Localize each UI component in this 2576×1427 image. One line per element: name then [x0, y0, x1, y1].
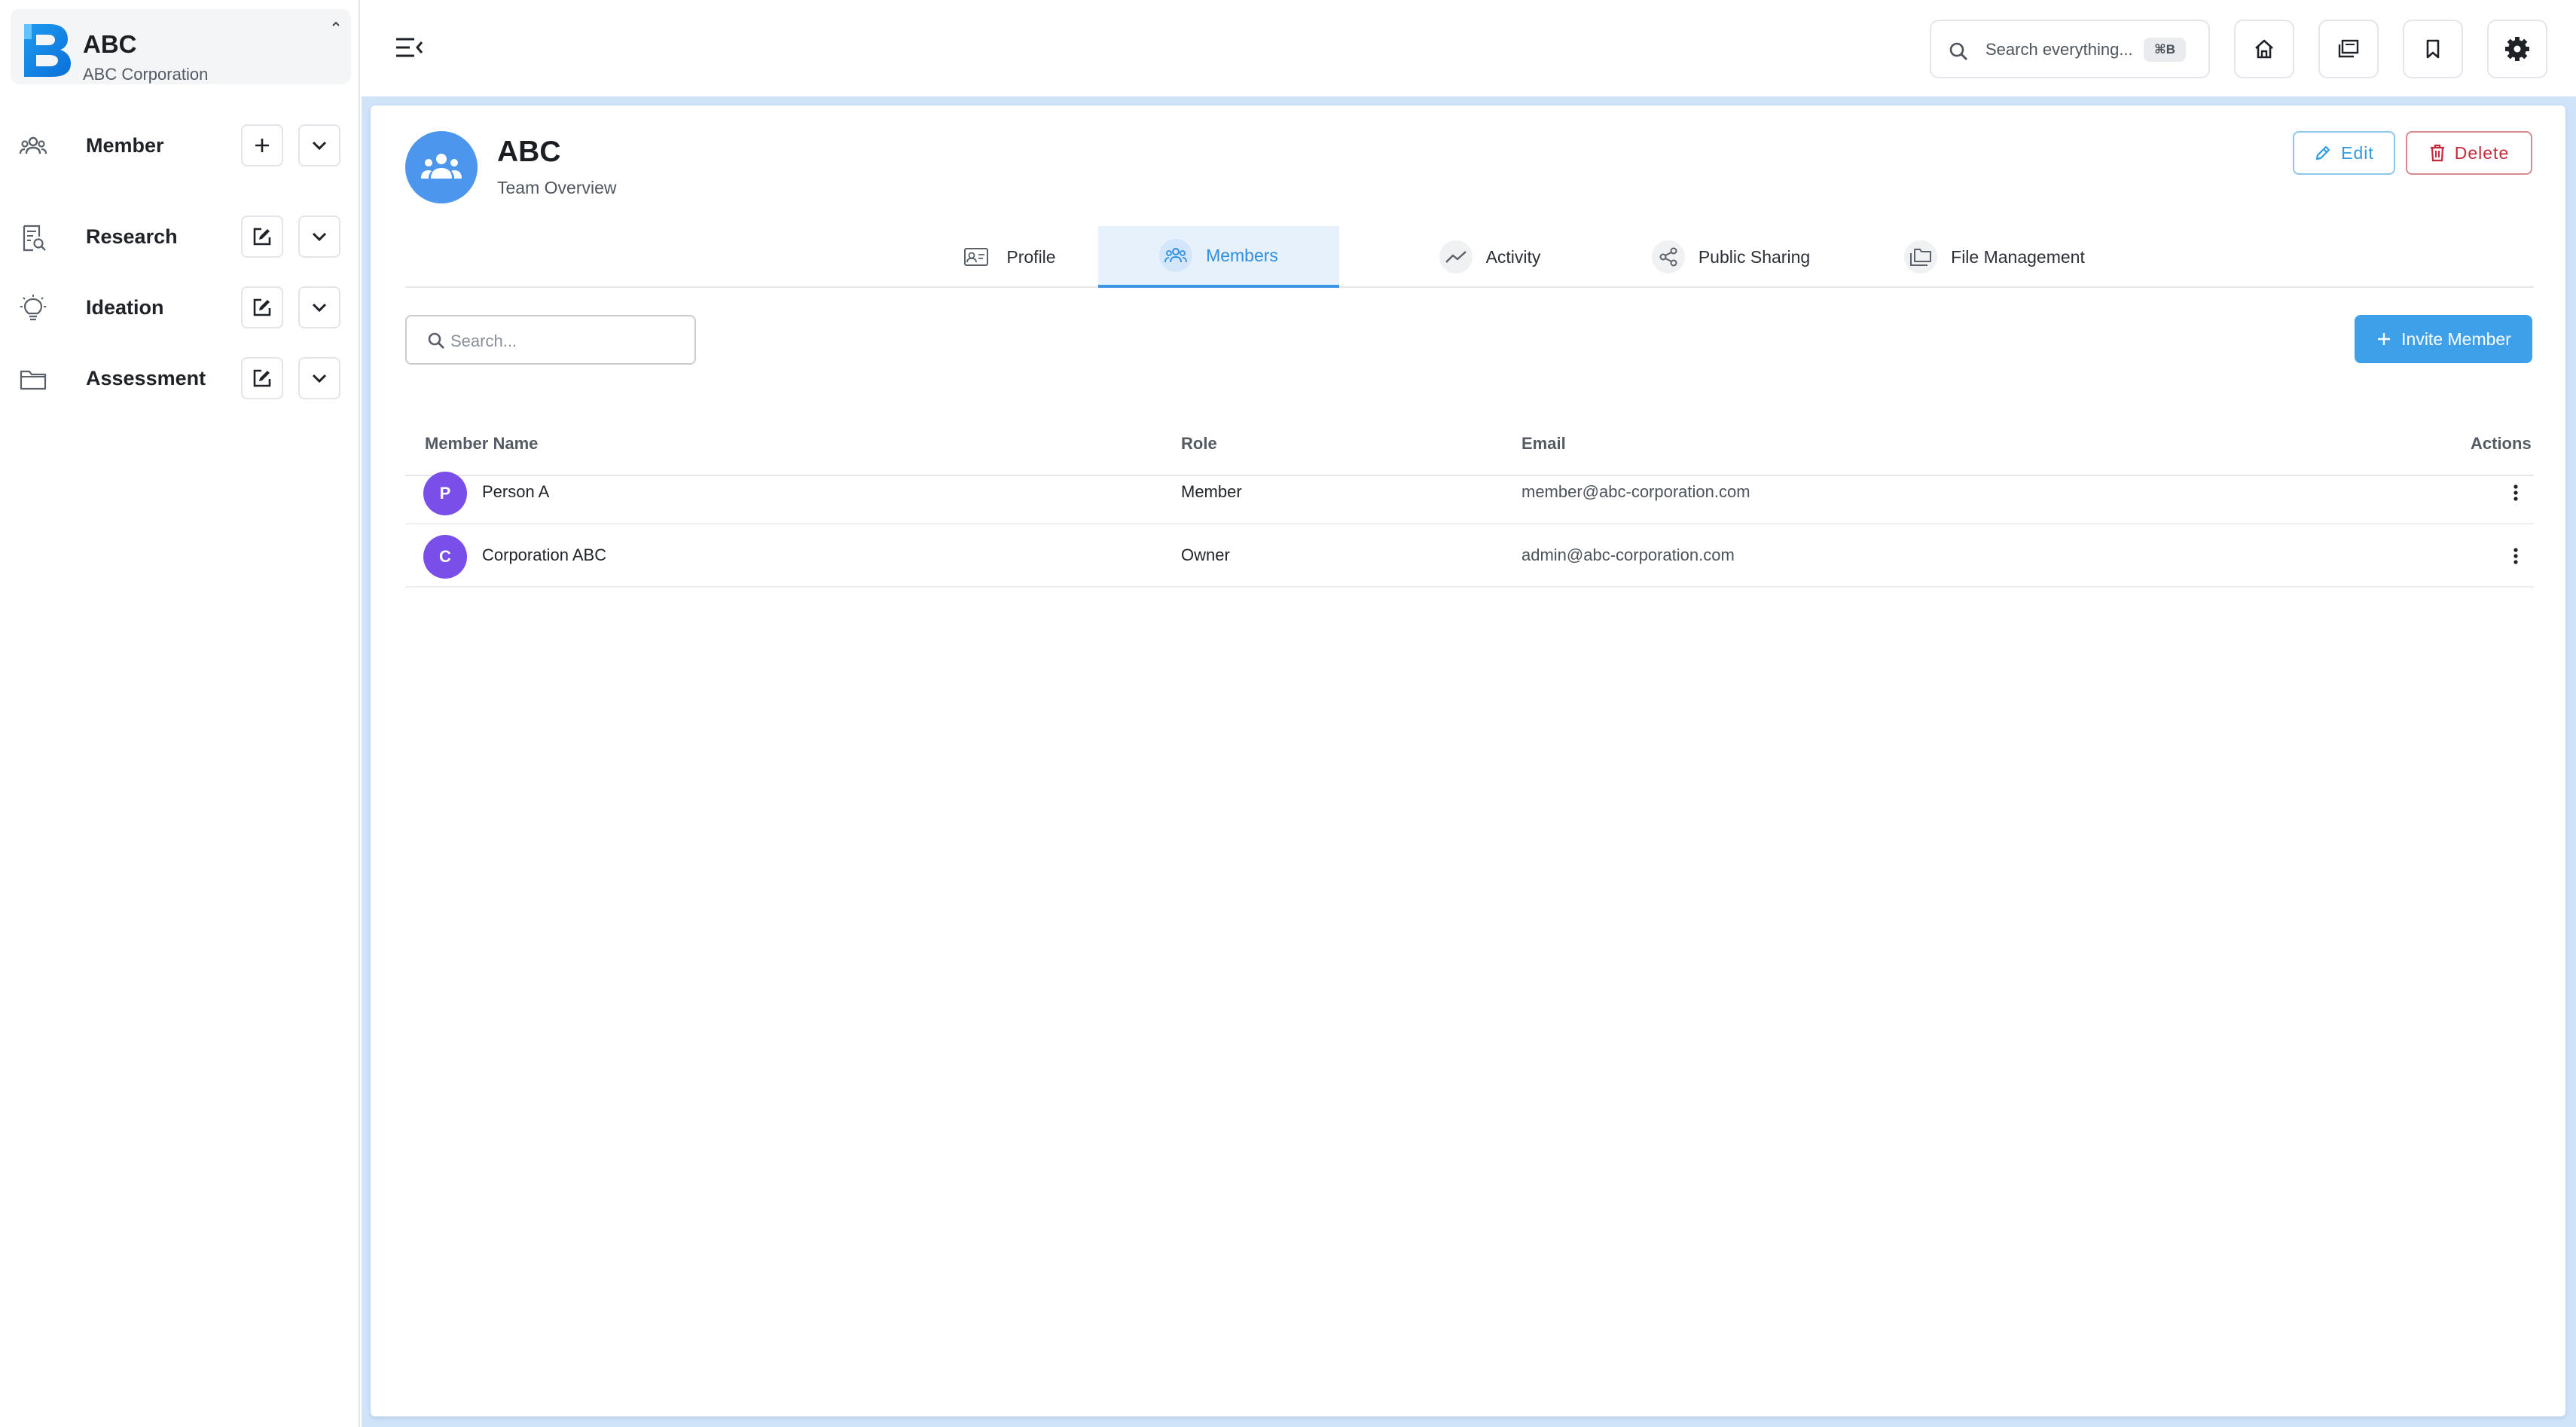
sidebar-item-member[interactable]: Member: [0, 117, 360, 170]
expand-member-button[interactable]: [298, 124, 340, 167]
team-icon: [421, 154, 462, 179]
expand-research-button[interactable]: [298, 215, 340, 258]
chevron-down-icon: [312, 141, 327, 151]
trending-up-icon: [1439, 240, 1473, 273]
page-title: ABC: [497, 136, 561, 168]
tab-profile[interactable]: Profile: [902, 226, 1113, 288]
edit-research-button[interactable]: [241, 215, 283, 258]
sidebar-item-label: Assessment: [86, 367, 206, 390]
keyboard-shortcut-badge: ⌘B: [2144, 38, 2186, 62]
team-avatar: [405, 131, 478, 203]
edit-button[interactable]: Edit: [2293, 131, 2395, 175]
edit-ideation-button[interactable]: [241, 286, 283, 328]
bookmarks-button[interactable]: [2403, 20, 2463, 78]
invite-member-label: Invite Member: [2401, 328, 2511, 349]
expand-ideation-button[interactable]: [298, 286, 340, 328]
tab-label: Activity: [1485, 246, 1541, 267]
global-search[interactable]: Search everything... ⌘B: [1930, 20, 2210, 78]
edit-square-icon: [253, 298, 271, 316]
member-name: Corporation ABC: [482, 545, 607, 564]
global-search-placeholder: Search everything...: [1985, 40, 2133, 59]
table-row[interactable]: P Person A Member member@abc-corporation…: [405, 461, 2534, 524]
id-card-icon: [960, 240, 993, 273]
folders-icon: [1904, 240, 1938, 273]
column-header-role[interactable]: Role: [1181, 434, 1217, 454]
add-member-button[interactable]: [241, 124, 283, 167]
tab-label: File Management: [1951, 246, 2085, 267]
table-row[interactable]: C Corporation ABC Owner admin@abc-corpor…: [405, 524, 2534, 588]
group-icon: [1159, 239, 1193, 272]
home-icon: [2255, 39, 2273, 59]
share-icon: [1651, 240, 1685, 273]
expand-assessment-button[interactable]: [298, 357, 340, 399]
sidebar-item-ideation[interactable]: Ideation: [0, 279, 360, 332]
lightbulb-icon: [20, 295, 46, 321]
chevron-up-down-icon[interactable]: [328, 20, 343, 35]
collections-icon: [2338, 39, 2359, 58]
workspace-switcher[interactable]: ABC ABC Corporation: [11, 9, 351, 84]
trash-icon: [2430, 144, 2444, 162]
collapse-menu-icon[interactable]: [393, 33, 425, 62]
chevron-down-icon: [312, 303, 327, 313]
column-header-actions: Actions: [2471, 434, 2532, 453]
workspace-subtitle: ABC Corporation: [83, 65, 209, 84]
chevron-down-icon: [312, 232, 327, 242]
search-icon: [1949, 42, 1967, 60]
brand-logo: [24, 24, 71, 77]
tab-activity[interactable]: Activity: [1399, 226, 1580, 288]
more-vertical-icon: [2513, 548, 2518, 564]
member-email: member@abc-corporation.com: [1521, 482, 1750, 501]
edit-square-icon: [253, 369, 271, 387]
folder-icon: [20, 370, 47, 390]
tab-label: Public Sharing: [1698, 246, 1811, 267]
team-panel: ABC Team Overview Edit Delete Profile Me…: [371, 105, 2565, 1416]
member-role: Member: [1181, 482, 1242, 501]
sidebar-item-research[interactable]: Research: [0, 208, 360, 261]
pencil-icon: [2316, 145, 2330, 160]
sidebar-item-label: Member: [86, 134, 164, 157]
plus-icon: [2378, 333, 2391, 345]
avatar: P: [423, 472, 467, 515]
plus-icon: [255, 139, 269, 152]
member-search-input[interactable]: Search...: [405, 315, 696, 365]
sidebar: ABC ABC Corporation Member Research Idea…: [0, 0, 360, 1427]
sidebar-item-label: Ideation: [86, 296, 164, 319]
gear-icon: [2505, 37, 2529, 61]
group-icon: [19, 136, 47, 154]
search-icon: [428, 332, 444, 349]
column-header-email[interactable]: Email: [1521, 434, 1566, 454]
workspace-name: ABC: [83, 30, 137, 58]
collections-button[interactable]: [2318, 20, 2379, 78]
tab-file-management[interactable]: File Management: [1866, 226, 2123, 288]
tab-members[interactable]: Members: [1098, 226, 1339, 288]
member-role: Owner: [1181, 545, 1230, 564]
bookmark-icon: [2426, 39, 2440, 59]
edit-button-label: Edit: [2341, 142, 2374, 163]
tab-bar: Profile Members Activity Public Sharing …: [405, 226, 2534, 288]
sidebar-item-assessment[interactable]: Assessment: [0, 350, 360, 402]
tab-label: Profile: [1006, 246, 1056, 267]
home-button[interactable]: [2234, 20, 2294, 78]
edit-square-icon: [253, 228, 271, 246]
member-name: Person A: [482, 482, 550, 501]
tab-public-sharing[interactable]: Public Sharing: [1618, 226, 1844, 288]
more-vertical-icon: [2513, 484, 2518, 501]
member-email: admin@abc-corporation.com: [1521, 545, 1735, 564]
invite-member-button[interactable]: Invite Member: [2355, 315, 2532, 363]
top-bar: Search everything... ⌘B: [362, 0, 2576, 96]
tab-label: Members: [1206, 245, 1278, 265]
sidebar-item-label: Research: [86, 225, 178, 248]
chevron-down-icon: [312, 374, 327, 383]
document-search-icon: [23, 225, 46, 252]
member-search-placeholder: Search...: [450, 332, 517, 350]
delete-button-label: Delete: [2454, 142, 2510, 163]
settings-button[interactable]: [2487, 20, 2547, 78]
edit-assessment-button[interactable]: [241, 357, 283, 399]
avatar: C: [423, 535, 467, 579]
delete-button[interactable]: Delete: [2406, 131, 2532, 175]
column-header-name[interactable]: Member Name: [425, 434, 538, 454]
row-actions-button[interactable]: [2502, 478, 2529, 508]
row-actions-button[interactable]: [2502, 541, 2529, 571]
page-subtitle: Team Overview: [497, 178, 617, 197]
